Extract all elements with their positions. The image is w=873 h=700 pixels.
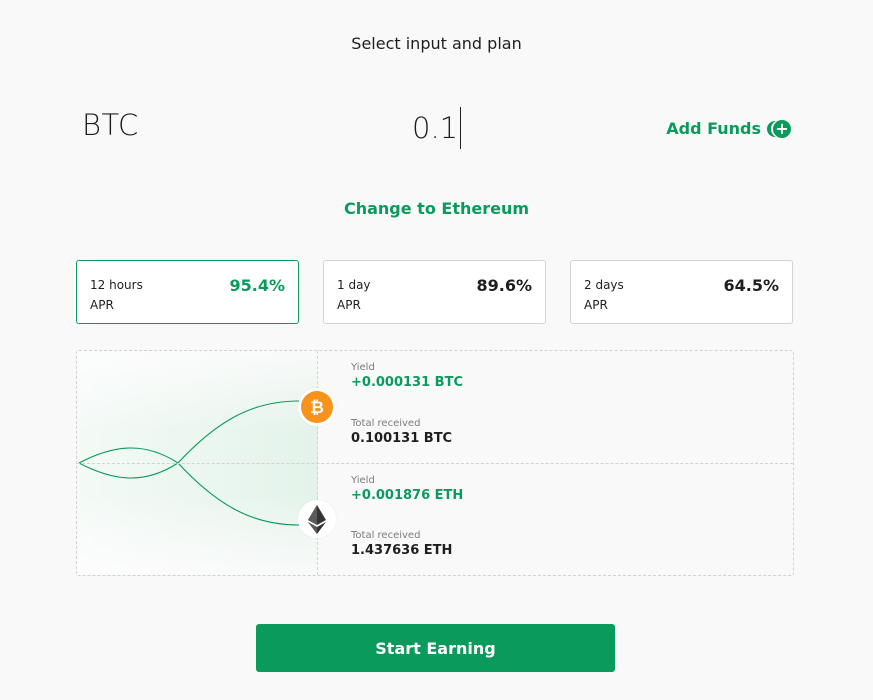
eth-yield-block: Yield +0.001876 ETH [351,475,463,503]
eth-total-value: 1.437636 ETH [351,543,453,558]
plan-apr-label: APR [584,298,608,312]
change-to-ethereum-link[interactable]: Change to Ethereum [0,199,873,218]
asset-symbol: BTC [82,108,139,142]
eth-yield-value: +0.001876 ETH [351,488,464,503]
eth-total-block: Total received 1.437636 ETH [351,530,452,558]
plan-apr-label: APR [90,298,114,312]
btc-total-value: 0.100131 BTC [351,431,453,446]
total-received-label: Total received [351,418,421,429]
amount-value: 0.1 [412,111,459,145]
plan-rate: 95.4% [229,276,285,295]
plan-duration: 2 days [584,278,624,292]
yield-label: Yield [351,475,375,486]
amount-input[interactable]: 0.1 [412,106,462,150]
add-funds-label: Add Funds [666,119,761,138]
btc-total-block: Total received 0.100131 BTC [351,418,452,446]
svg-text:₿: ₿ [310,398,324,418]
yield-label: Yield [351,362,375,373]
btc-yield-value: +0.000131 BTC [351,375,463,390]
start-earning-button[interactable]: Start Earning [256,624,615,672]
add-funds-button[interactable]: Add Funds + [666,119,791,138]
btc-yield-block: Yield +0.000131 BTC [351,362,463,390]
plan-duration: 1 day [337,278,371,292]
plan-rate: 64.5% [723,276,779,295]
page-title: Select input and plan [351,34,522,53]
plan-card-1-day[interactable]: 1 day APR 89.6% [323,260,546,324]
text-caret [460,107,462,149]
add-funds-icon: + [767,119,791,138]
total-received-label: Total received [351,530,421,541]
ethereum-icon [298,500,336,538]
plan-card-2-days[interactable]: 2 days APR 64.5% [570,260,793,324]
plan-rate: 89.6% [476,276,532,295]
plan-card-12-hours[interactable]: 12 hours APR 95.4% [76,260,299,324]
row-divider [77,463,793,464]
bitcoin-icon: ₿ [298,388,336,426]
plan-duration: 12 hours [90,278,143,292]
results-panel: ₿ Yield +0.000131 BTC Total received 0.1… [76,350,794,576]
plan-apr-label: APR [337,298,361,312]
